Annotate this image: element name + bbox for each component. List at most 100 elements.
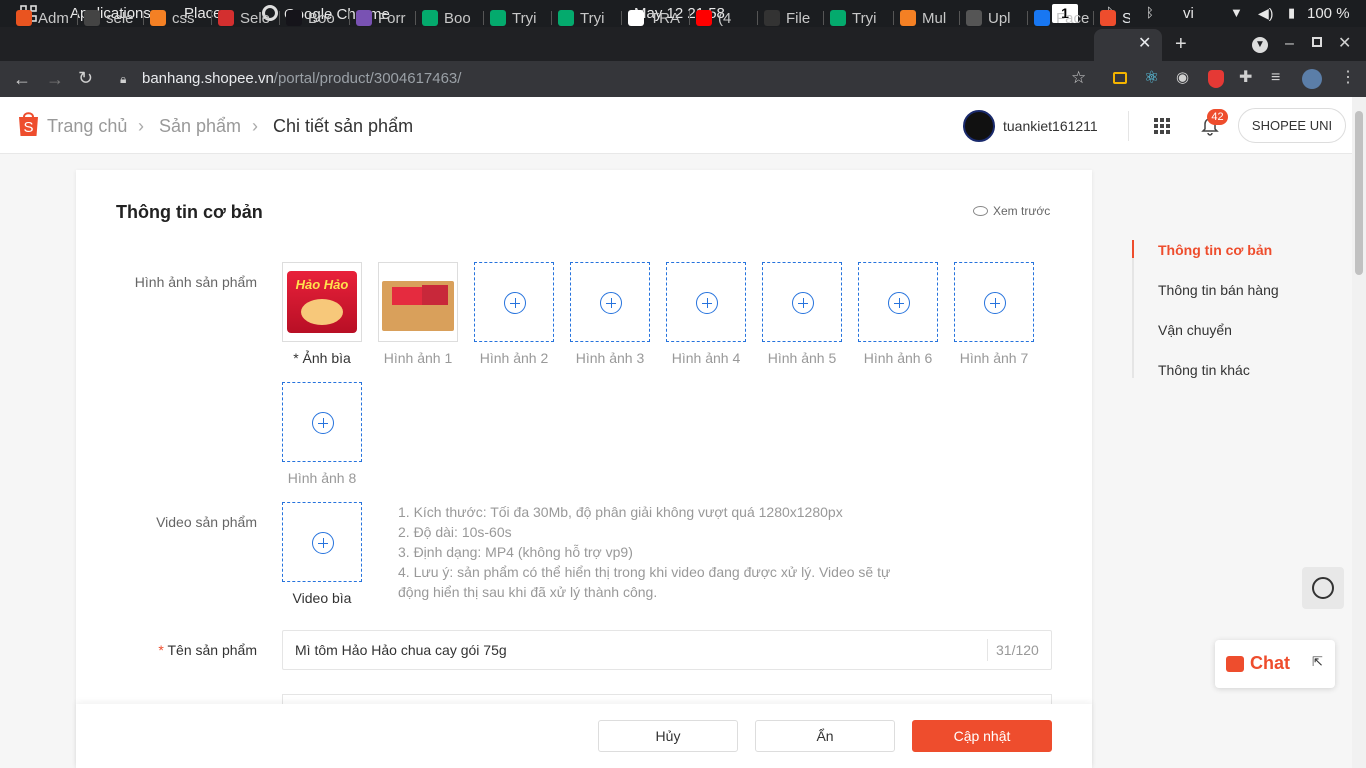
browser-tab[interactable]: Tryi (830, 4, 894, 32)
add-image-5[interactable] (762, 262, 842, 342)
browser-tab[interactable]: sele (84, 4, 144, 32)
tab-separator (551, 11, 552, 25)
browser-tab[interactable]: Boo (422, 4, 484, 32)
google-icon (628, 10, 644, 26)
image-caption-5: Hình ảnh 5 (767, 350, 837, 366)
mdn-icon (286, 10, 302, 26)
tab-close-icon[interactable]: ✕ (1138, 36, 1151, 52)
chat-widget[interactable]: Chat ⇱ (1215, 640, 1335, 688)
add-plus-icon (312, 532, 334, 554)
nav-basic-info[interactable]: Thông tin cơ bản (1158, 242, 1272, 258)
user-avatar[interactable] (963, 110, 995, 142)
browser-tab[interactable]: (4 (696, 4, 758, 32)
update-button[interactable]: Cập nhật (912, 720, 1052, 752)
minimize-icon[interactable]: – (1285, 36, 1294, 52)
bookmark-star-icon[interactable]: ☆ (1071, 69, 1086, 86)
browser-tab[interactable]: css (150, 4, 212, 32)
battery-icon[interactable]: ▮ (1288, 5, 1295, 21)
video-hint-3: 3. Định dạng: MP4 (không hỗ trợ vp9) (398, 544, 633, 560)
browser-tab[interactable]: Tryi (558, 4, 622, 32)
scrollbar-thumb[interactable] (1355, 111, 1363, 275)
image-caption-8: Hình ảnh 8 (287, 470, 357, 486)
lock-icon[interactable]: 🔒︎ (120, 71, 126, 87)
support-button[interactable] (1302, 567, 1344, 609)
image-caption-7: Hình ảnh 7 (959, 350, 1029, 366)
address-field[interactable]: banhang.shopee.vn/portal/product/3004617… (142, 70, 461, 87)
browser-tab[interactable]: Sele (218, 4, 280, 32)
preview-link[interactable]: Xem trước (973, 204, 1050, 218)
extensions-puzzle-icon[interactable]: ✚ (1239, 70, 1252, 86)
profile-avatar-icon[interactable] (1302, 69, 1322, 89)
add-video[interactable] (282, 502, 362, 582)
breadcrumb-home[interactable]: Trang chủ (47, 116, 127, 137)
w3schools-icon (490, 10, 506, 26)
keyboard-language[interactable]: vi (1183, 5, 1194, 22)
extension-color-icon[interactable] (1113, 72, 1127, 84)
reload-icon[interactable]: ↻ (78, 69, 93, 87)
back-icon[interactable]: ← (13, 70, 31, 88)
shopee-logo-icon[interactable]: S (16, 109, 41, 137)
media-queue-icon[interactable]: ≡ (1271, 70, 1280, 86)
new-tab-plus-icon[interactable]: + (1175, 34, 1187, 54)
tab-title: S (1122, 9, 1130, 27)
browser-menu-icon[interactable]: ⋮ (1340, 70, 1356, 86)
chevron-right-icon: › (138, 116, 144, 136)
image-caption-4: Hình ảnh 4 (671, 350, 741, 366)
browser-tab[interactable]: File (764, 4, 824, 32)
tab-separator (1027, 11, 1028, 25)
browser-tab[interactable]: Upl (966, 4, 1028, 32)
breadcrumb-products[interactable]: Sản phẩm (159, 116, 241, 137)
browser-tab[interactable]: TRA (628, 4, 690, 32)
browser-tab[interactable]: S (1100, 4, 1130, 32)
browser-tab[interactable]: Mul (900, 4, 960, 32)
react-devtools-icon[interactable]: ⚛ (1144, 69, 1159, 86)
browser-tab[interactable]: Tryi (490, 4, 552, 32)
nav-shipping[interactable]: Vận chuyển (1158, 322, 1232, 338)
nav-other-info[interactable]: Thông tin khác (1158, 362, 1250, 378)
bluetooth-status-icon[interactable]: ᛒ (1146, 5, 1154, 20)
tab-title: Mul (922, 9, 947, 27)
tab-title: Tryi (852, 9, 877, 27)
adblock-icon[interactable] (1208, 70, 1224, 88)
facebook-icon (1034, 10, 1050, 26)
required-asterisk: * (293, 350, 299, 366)
window-close-icon[interactable]: ✕ (1338, 36, 1351, 52)
add-image-3[interactable] (570, 262, 650, 342)
tab-title: Tryi (580, 9, 605, 27)
username[interactable]: tuankiet161211 (1003, 118, 1098, 134)
carton-pack-icon (422, 285, 448, 305)
browser-tab[interactable]: Adm (16, 4, 78, 32)
add-image-2[interactable] (474, 262, 554, 342)
volume-icon[interactable]: ◀) (1258, 5, 1273, 22)
hide-button[interactable]: Ẩn (755, 720, 895, 752)
w3schools-icon (830, 10, 846, 26)
browser-tab[interactable]: Boo (286, 4, 350, 32)
add-image-4[interactable] (666, 262, 746, 342)
add-image-6[interactable] (858, 262, 938, 342)
browser-tab[interactable]: Forr (356, 4, 416, 32)
product-image-1[interactable] (378, 262, 458, 342)
shopee-uni-button[interactable]: SHOPEE UNI (1238, 108, 1346, 143)
tab-title: sele (106, 9, 134, 27)
nav-sales-info[interactable]: Thông tin bán hàng (1158, 282, 1279, 298)
tab-separator (757, 11, 758, 25)
add-image-7[interactable] (954, 262, 1034, 342)
add-plus-icon (984, 292, 1006, 314)
maximize-icon[interactable] (1312, 37, 1322, 47)
forward-icon[interactable]: → (46, 70, 64, 88)
add-image-8[interactable] (282, 382, 362, 462)
extension-eye-icon[interactable]: ◉ (1176, 70, 1189, 86)
apps-grid-icon[interactable] (1154, 118, 1170, 134)
product-name-input[interactable]: Mì tôm Hảo Hảo chua cay gói 75g 31/120 (282, 630, 1052, 670)
page-scrollbar[interactable] (1352, 97, 1366, 768)
tab-separator (959, 11, 960, 25)
tab-search-icon[interactable]: ▼ (1252, 37, 1268, 53)
svg-text:S: S (23, 119, 33, 136)
browser-tab[interactable]: Face (1034, 4, 1094, 32)
wifi-icon[interactable]: ▼ (1230, 5, 1243, 20)
cover-image[interactable]: Hảo Hảo (282, 262, 362, 342)
chat-expand-icon[interactable]: ⇱ (1312, 654, 1323, 670)
cancel-button[interactable]: Hủy (598, 720, 738, 752)
image-caption-3: Hình ảnh 3 (575, 350, 645, 366)
tab-title: Adm (38, 9, 69, 27)
